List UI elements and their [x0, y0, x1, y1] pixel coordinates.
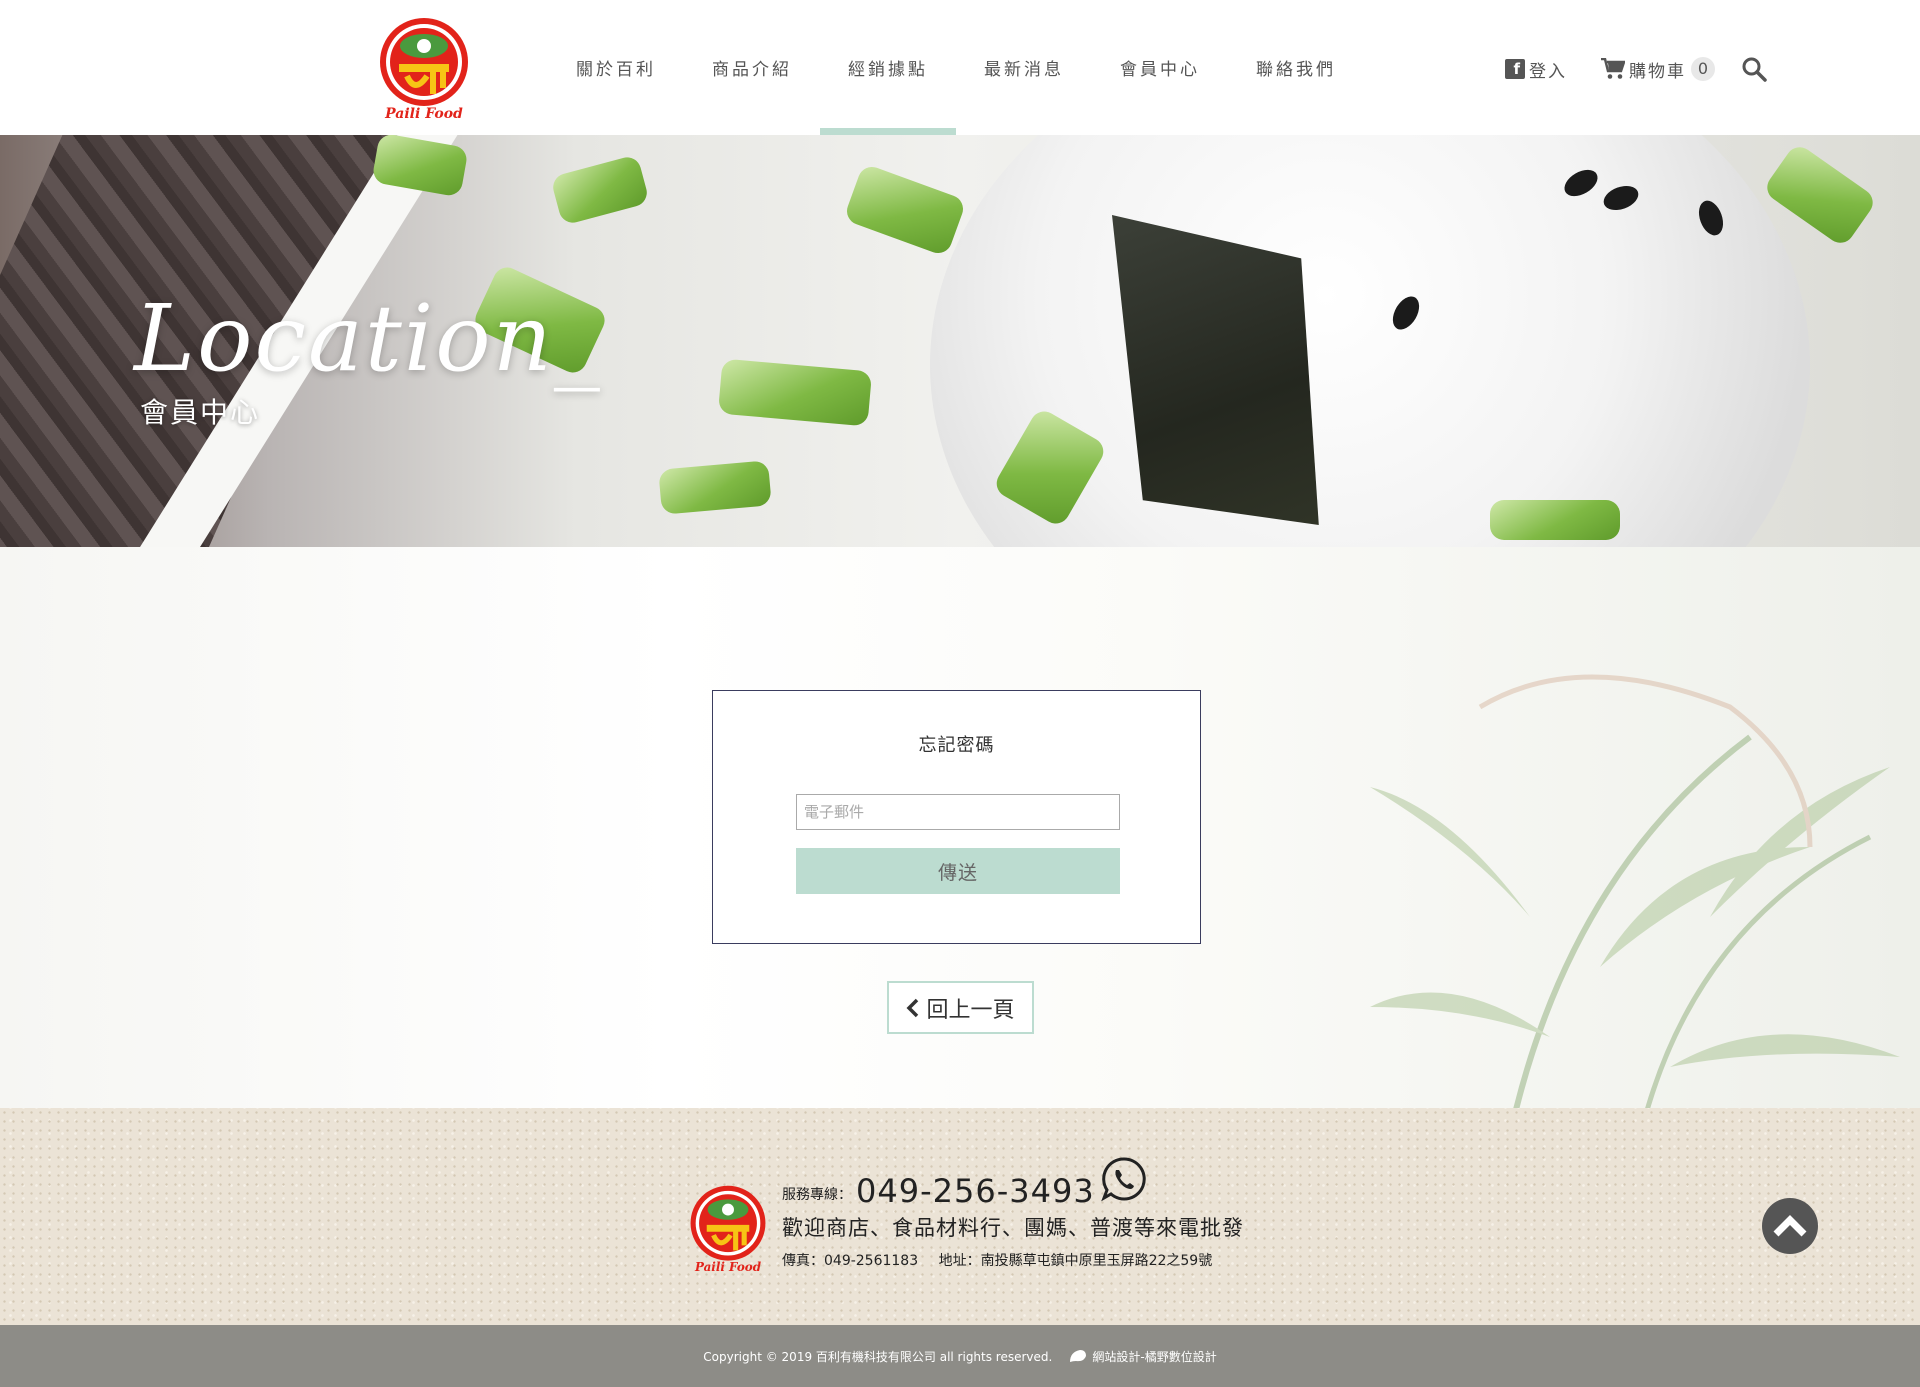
banner-subtitle: 會員中心: [140, 396, 261, 429]
chevron-up-icon: [1773, 1215, 1807, 1237]
paili-logo[interactable]: Paili Food: [377, 16, 471, 124]
site-header: Paili Food 關於百利 商品介紹 經銷據點 最新消息 會員中心 聯絡我們…: [0, 0, 1920, 135]
login-label: 登入: [1529, 61, 1567, 82]
facebook-icon: f: [1505, 59, 1525, 79]
background-plant-decoration: [1370, 674, 1900, 1108]
forgot-password-form: 忘記密碼 傳送: [712, 690, 1201, 944]
logo-text: Paili Food: [384, 106, 463, 122]
footer-logo: Paili Food: [690, 1185, 766, 1274]
whatsapp-icon[interactable]: [1100, 1156, 1147, 1202]
service-phone[interactable]: 049-256-3493: [856, 1172, 1095, 1210]
back-button[interactable]: 回上一頁: [887, 981, 1034, 1034]
designer-link[interactable]: 網站設計-橘野數位設計: [1068, 1348, 1217, 1365]
designer-text: 網站設計-橘野數位設計: [1092, 1349, 1217, 1364]
login-link[interactable]: f 登入: [1505, 57, 1567, 82]
scallion-piece: [1490, 500, 1620, 540]
nav-about[interactable]: 關於百利: [548, 0, 684, 135]
scallion-piece: [1761, 141, 1879, 249]
chevron-left-icon: [907, 998, 919, 1017]
form-title: 忘記密碼: [918, 735, 995, 756]
banner-title: Location_: [134, 285, 602, 392]
service-label: 服務專線：: [782, 1187, 852, 1203]
footer-fax: 傳真：049-2561183: [782, 1253, 919, 1269]
footer-contact: 服務專線： 049-256-3493 歡迎商店、食品材料行、團媽、普渡等來電批發…: [782, 1157, 1244, 1270]
header-actions: f 登入 購物車 0: [1505, 56, 1767, 82]
banner-seaweed: [1112, 215, 1319, 525]
scallion-piece: [717, 358, 873, 427]
back-label: 回上一頁: [926, 997, 1015, 1023]
nav-contact[interactable]: 聯絡我們: [1228, 0, 1364, 135]
search-icon[interactable]: [1741, 56, 1767, 82]
nav-locations[interactable]: 經銷據點: [820, 0, 956, 135]
scallion-piece: [843, 162, 967, 258]
main-content: 忘記密碼 傳送 回上一頁: [0, 547, 1920, 1108]
cart-link[interactable]: 購物車 0: [1601, 57, 1715, 82]
cart-label: 購物車: [1629, 61, 1686, 82]
footer-address: 地址：南投縣草屯鎮中原里玉屏路22之59號: [938, 1253, 1213, 1269]
submit-button[interactable]: 傳送: [796, 848, 1120, 894]
site-footer: Paili Food 服務專線： 049-256-3493 歡迎商店、食品材料行…: [0, 1108, 1920, 1325]
email-field[interactable]: [796, 794, 1120, 830]
footer-tagline: 歡迎商店、食品材料行、團媽、普渡等來電批發: [782, 1216, 1244, 1240]
copyright-text: Copyright © 2019 百利有機科技有限公司 all rights r…: [703, 1349, 1053, 1364]
nav-products[interactable]: 商品介紹: [684, 0, 820, 135]
back-to-top-button[interactable]: [1762, 1198, 1818, 1254]
main-nav: 關於百利 商品介紹 經銷據點 最新消息 會員中心 聯絡我們: [548, 0, 1364, 135]
cart-icon: [1601, 58, 1625, 79]
nav-news[interactable]: 最新消息: [956, 0, 1092, 135]
scallion-piece: [658, 460, 772, 515]
leaf-icon: [1070, 1350, 1087, 1362]
scallion-piece: [550, 154, 650, 226]
footer-logo-text: Paili Food: [694, 1260, 762, 1274]
copyright-bar: Copyright © 2019 百利有機科技有限公司 all rights r…: [0, 1325, 1920, 1387]
page-banner: Location_ 會員中心: [0, 135, 1920, 547]
cart-count-badge: 0: [1691, 57, 1715, 81]
nav-member[interactable]: 會員中心: [1092, 0, 1228, 135]
